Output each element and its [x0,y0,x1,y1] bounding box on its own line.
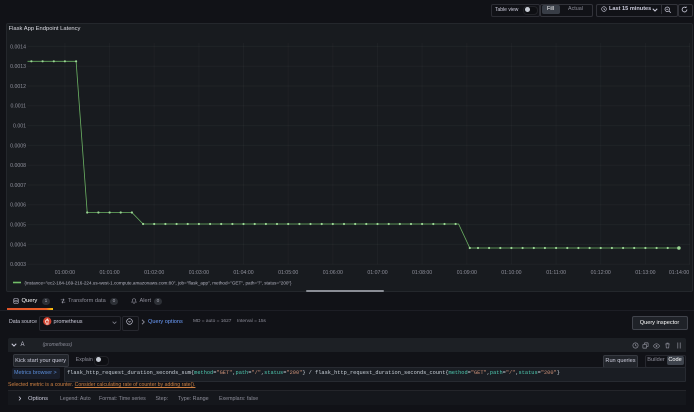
svg-text:01:05:00: 01:05:00 [278,270,298,276]
svg-text:01:02:00: 01:02:00 [144,270,164,276]
svg-text:01:14:00: 01:14:00 [669,270,689,276]
svg-text:{instance="ec2-184-169-216-224: {instance="ec2-184-169-216-224.us-west-1… [24,280,292,285]
svg-text:0.0012: 0.0012 [10,84,26,90]
svg-text:0.0009: 0.0009 [10,143,26,149]
svg-text:01:06:00: 01:06:00 [323,270,343,276]
svg-text:0.0013: 0.0013 [10,64,26,70]
svg-text:0.0008: 0.0008 [10,163,26,169]
svg-text:01:12:00: 01:12:00 [591,270,611,276]
svg-text:01:09:00: 01:09:00 [457,270,477,276]
svg-text:0.0007: 0.0007 [10,183,26,189]
svg-text:0.001: 0.001 [13,124,26,130]
svg-text:01:10:00: 01:10:00 [501,270,521,276]
svg-text:01:07:00: 01:07:00 [367,270,387,276]
svg-text:0.0003: 0.0003 [10,262,26,268]
svg-text:0.0006: 0.0006 [10,203,26,209]
svg-text:0.0004: 0.0004 [10,242,26,248]
svg-text:01:00:00: 01:00:00 [55,270,75,276]
svg-text:01:01:00: 01:01:00 [99,270,119,276]
svg-text:0.0005: 0.0005 [10,223,26,229]
svg-text:01:13:00: 01:13:00 [635,270,655,276]
svg-text:01:08:00: 01:08:00 [412,270,432,276]
svg-text:0.0014: 0.0014 [10,44,26,50]
svg-text:01:11:00: 01:11:00 [546,270,566,276]
svg-text:01:04:00: 01:04:00 [233,270,253,276]
svg-text:0.0011: 0.0011 [11,104,27,110]
svg-text:01:03:00: 01:03:00 [189,270,209,276]
